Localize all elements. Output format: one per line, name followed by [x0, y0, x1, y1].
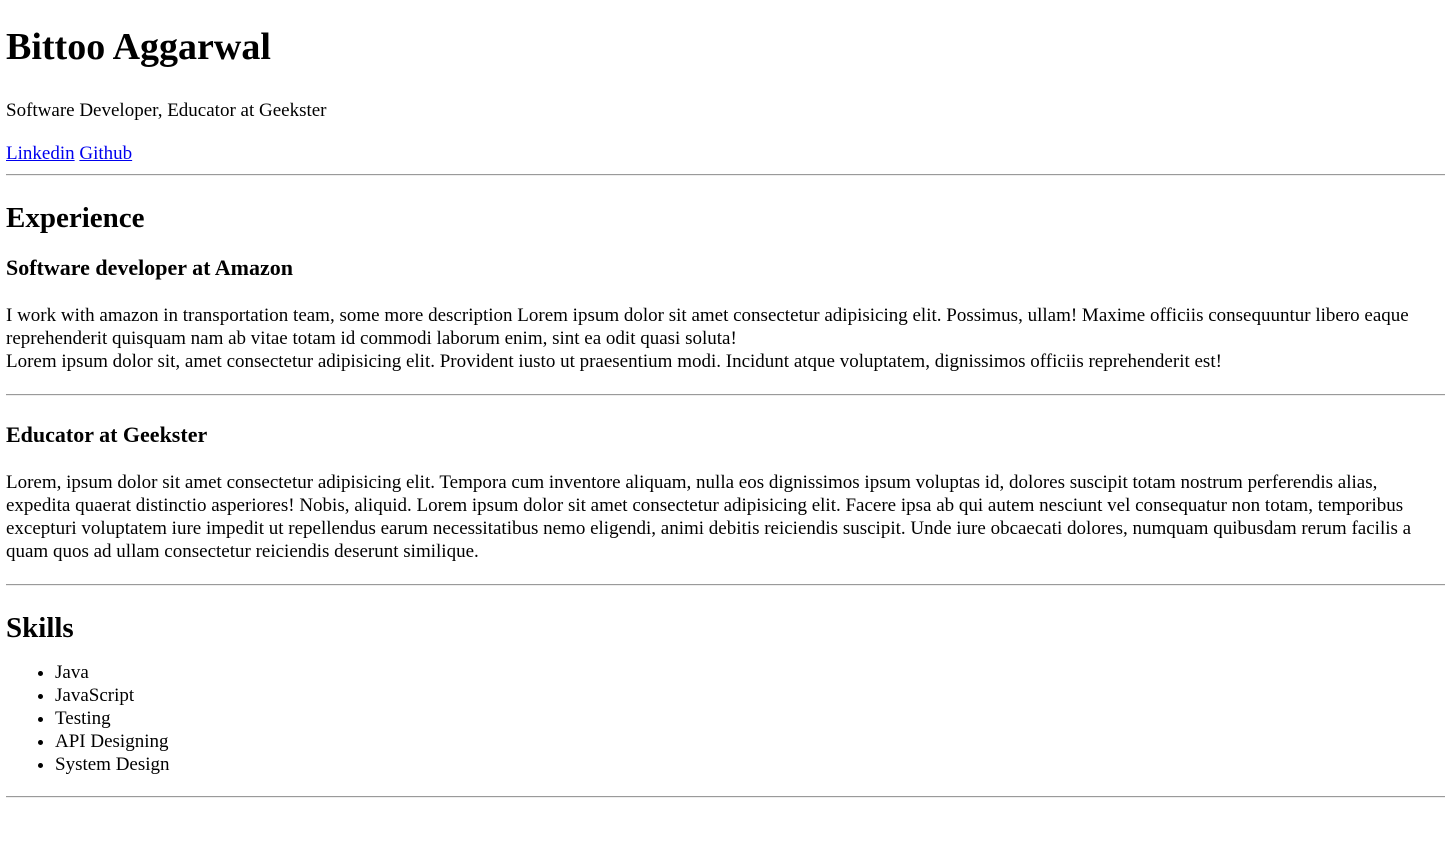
job-description-line: I work with amazon in transportation tea…	[6, 305, 1409, 349]
skill-item: System Design	[55, 753, 1445, 776]
job-title: Educator at Geekster	[6, 422, 208, 447]
profile-links: Linkedin Github	[6, 142, 1445, 165]
github-link[interactable]: Github	[79, 143, 132, 164]
skill-item: API Designing	[55, 730, 1445, 753]
skill-item: Java	[55, 661, 1445, 684]
skills-section: Skills Java JavaScript Testing API Desig…	[6, 611, 1445, 776]
experience-heading: Experience	[6, 202, 145, 234]
job-description: Lorem, ipsum dolor sit amet consectetur …	[6, 472, 1412, 562]
skills-heading: Skills	[6, 612, 74, 644]
job-title: Software developer at Amazon	[6, 255, 293, 280]
job-description-line: Lorem ipsum dolor sit, amet consectetur …	[6, 351, 1222, 372]
profile-subtitle: Software Developer, Educator at Geekster	[6, 100, 327, 121]
divider	[6, 174, 1445, 176]
skills-list: Java JavaScript Testing API Designing Sy…	[6, 661, 1445, 776]
divider	[6, 394, 1445, 396]
job-entry-geekster: Educator at Geekster Lorem, ipsum dolor …	[6, 422, 1445, 563]
skill-item: Testing	[55, 707, 1445, 730]
divider	[6, 584, 1445, 586]
experience-section: Experience Software developer at Amazon …	[6, 201, 1445, 563]
profile-name: Bittoo Aggarwal	[6, 26, 271, 68]
job-entry-amazon: Software developer at Amazon I work with…	[6, 255, 1445, 373]
job-description: I work with amazon in transportation tea…	[6, 304, 1445, 373]
skill-item: JavaScript	[55, 684, 1445, 707]
resume-page: Bittoo Aggarwal Software Developer, Educ…	[0, 25, 1451, 798]
linkedin-link[interactable]: Linkedin	[6, 143, 75, 164]
divider	[6, 796, 1445, 798]
